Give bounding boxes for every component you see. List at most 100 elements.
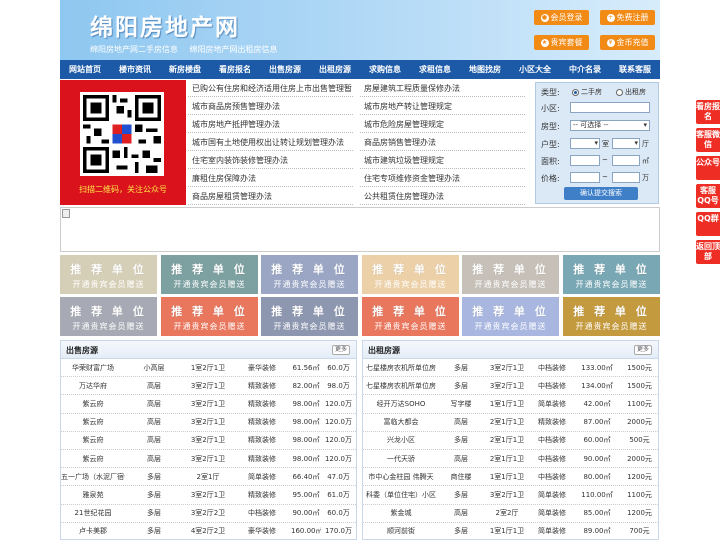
recommend-unit-ad[interactable]: 推 荐 单 位开通贵宾会员赠送 <box>462 297 559 336</box>
nav-for-sale[interactable]: 出售房源 <box>260 60 310 79</box>
recommend-unit-ad[interactable]: 推 荐 单 位开通贵宾会员赠送 <box>161 297 258 336</box>
table-row[interactable]: 华荣财富广场 小高层 1室2厅1卫 豪华装修 61.56㎡ 60.0万 <box>61 359 356 378</box>
nav-home[interactable]: 网站首页 <box>60 60 110 79</box>
recommend-unit-ad[interactable]: 推 荐 单 位开通贵宾会员赠送 <box>261 255 358 294</box>
policy-link[interactable]: 住宅专项维修资金管理办法 <box>360 170 525 187</box>
bedroom-select[interactable]: ▾ <box>570 138 600 149</box>
room-select[interactable]: -- 可选择 -- ▾ <box>570 120 650 131</box>
nav-viewing-signup[interactable]: 看房报名 <box>210 60 260 79</box>
table-row[interactable]: 紫云府 高层 3室2厅1卫 精致装修 98.00㎡ 120.0万 <box>61 414 356 432</box>
policy-link[interactable]: 城市国有土地使用权出让转让规划管理办法 <box>188 134 353 151</box>
community-input[interactable] <box>570 102 650 113</box>
type-radio-secondhand[interactable]: 二手房 <box>572 87 602 97</box>
nav-wanted-buy[interactable]: 求购信息 <box>360 60 410 79</box>
policy-link[interactable]: 城市商品房预售管理办法 <box>188 98 353 115</box>
table-cell: 万达华府 <box>79 381 107 390</box>
table-cell: 豪华装修 <box>248 527 276 536</box>
ad-title: 推 荐 单 位 <box>472 263 549 276</box>
policy-link[interactable]: 房屋建筑工程质量保修办法 <box>360 80 525 97</box>
member-login-button[interactable]: ● 会员登录 <box>534 10 589 25</box>
float-back-to-top-button[interactable]: 返回顶部 <box>696 240 720 264</box>
policy-link[interactable]: 商品房屋租赁管理办法 <box>188 188 353 205</box>
site-logo[interactable]: 绵阳房地产网 <box>90 8 240 42</box>
float-qq-group-button[interactable]: QQ群 <box>696 212 720 236</box>
rent-more-button[interactable]: 更多 <box>633 345 652 355</box>
recommend-unit-ad[interactable]: 推 荐 单 位开通贵宾会员赠送 <box>60 297 157 336</box>
table-cell: 多层 <box>147 490 161 499</box>
policy-link[interactable]: 城市房地产转让管理规定 <box>360 98 525 115</box>
table-cell: 2室1厅 <box>196 472 220 481</box>
policy-link[interactable]: 商品房销售管理办法 <box>360 134 525 151</box>
float-service-qq-button[interactable]: 客服QQ号 <box>696 184 720 208</box>
table-row[interactable]: 一代天骄 高层 2室1厅1卫 中档装修 90.00㎡ 2000元 <box>363 450 658 469</box>
table-row[interactable]: 七星楼房农机所单位房 多层 3室2厅1卫 中档装修 134.00㎡ 1500元 <box>363 377 658 396</box>
table-row[interactable]: 21世纪花园 多层 3室2厅2卫 中档装修 90.00㎡ 60.0万 <box>61 505 356 523</box>
table-row[interactable]: 七星楼房农机所单位房 多层 3室2厅1卫 中档装修 133.00㎡ 1500元 <box>363 359 658 378</box>
ad-subtitle: 开通贵宾会员赠送 <box>374 280 447 289</box>
nav-map-search[interactable]: 地图找房 <box>460 60 510 79</box>
table-row[interactable]: 五一广场（水泥厂宿舍 多层 2室1厅 简单装修 66.40㎡ 47.0万 <box>61 468 356 487</box>
table-row[interactable]: 卢卡美郡 多层 4室2厅2卫 豪华装修 160.00㎡ 170.0万 <box>61 523 356 539</box>
table-row[interactable]: 市中心金柱园 伟腾天 商住楼 1室1厅1卫 中档装修 80.00㎡ 1200元 <box>363 468 658 487</box>
recommend-unit-ad[interactable]: 推 荐 单 位开通贵宾会员赠送 <box>161 255 258 294</box>
recommend-unit-ad[interactable]: 推 荐 单 位开通贵宾会员赠送 <box>362 255 459 294</box>
type-radio-rental[interactable]: 出租房 <box>616 87 646 97</box>
table-row[interactable]: 经开万达SOHO 写字楼 1室1厅1卫 简单装修 42.00㎡ 1100元 <box>363 395 658 414</box>
table-row[interactable]: 雅泉苑 多层 3室2厅1卫 精致装修 95.00㎡ 61.0万 <box>61 486 356 505</box>
recommend-unit-ad[interactable]: 推 荐 单 位开通贵宾会员赠送 <box>563 255 660 294</box>
nav-wanted-rent[interactable]: 求租信息 <box>410 60 460 79</box>
float-service-wechat-button[interactable]: 客服微信 <box>696 128 720 152</box>
table-row[interactable]: 科委（单位住宅）小区 多层 3室2厅1卫 简单装修 110.00㎡ 1100元 <box>363 486 658 505</box>
recommend-unit-ad[interactable]: 推 荐 单 位开通贵宾会员赠送 <box>261 297 358 336</box>
price-min-input[interactable] <box>570 172 600 183</box>
table-cell: 42.00㎡ <box>583 399 611 408</box>
rental-info-link[interactable]: 绵阳房地产网出租房信息 <box>190 45 278 54</box>
livingroom-select[interactable]: ▾ <box>612 138 640 149</box>
policy-link[interactable]: 公共租赁住房管理办法 <box>360 188 525 205</box>
policy-links: 已购公有住房和经济适用住房上市出售管理暂 城市商品房预售管理办法 城市房地产抵押… <box>188 80 530 205</box>
nav-news[interactable]: 楼市资讯 <box>110 60 160 79</box>
area-max-input[interactable] <box>612 155 640 166</box>
policy-link[interactable]: 城市危险房屋管理规定 <box>360 116 525 133</box>
ad-title: 推 荐 单 位 <box>171 263 248 276</box>
banner-ad[interactable] <box>60 207 660 252</box>
table-row[interactable]: 紫云府 高层 3室2厅1卫 精致装修 98.00㎡ 120.0万 <box>61 432 356 450</box>
policy-link[interactable]: 廉租住房保障办法 <box>188 170 353 187</box>
nav-new-homes[interactable]: 新房楼盘 <box>160 60 210 79</box>
type-label: 类型: <box>541 88 560 97</box>
recommend-unit-ad[interactable]: 推 荐 单 位开通贵宾会员赠送 <box>462 255 559 294</box>
float-official-account-button[interactable]: 公众号 <box>696 156 720 180</box>
policy-link[interactable]: 城市建筑垃圾管理规定 <box>360 152 525 169</box>
search-submit-button[interactable]: 确认提交搜索 <box>564 187 638 200</box>
table-cell: 高层 <box>147 381 161 390</box>
table-row[interactable]: 紫金城 高层 2室2厅 简单装修 85.00㎡ 1200元 <box>363 505 658 523</box>
nav-contact[interactable]: 联系客服 <box>610 60 660 79</box>
free-register-button[interactable]: + 免费注册 <box>600 10 655 25</box>
table-row[interactable]: 万达华府 高层 3室2厅1卫 精致装修 82.00㎡ 98.0万 <box>61 377 356 396</box>
table-row[interactable]: 紫云府 高层 3室2厅1卫 精致装修 98.00㎡ 120.0万 <box>61 450 356 469</box>
table-cell: 89.00㎡ <box>583 527 611 536</box>
table-row[interactable]: 紫云府 高层 3室2厅1卫 精致装修 98.00㎡ 120.0万 <box>61 395 356 414</box>
nav-agencies[interactable]: 中介名录 <box>560 60 610 79</box>
nav-communities[interactable]: 小区大全 <box>510 60 560 79</box>
table-cell: 160.00㎡ <box>291 527 321 536</box>
nav-for-rent[interactable]: 出租房源 <box>310 60 360 79</box>
coin-recharge-button[interactable]: ¥ 金币充值 <box>600 35 655 50</box>
area-min-input[interactable] <box>570 155 600 166</box>
price-label: 价格: <box>541 174 560 183</box>
table-row[interactable]: 富临大都会 高层 2室1厅1卫 精致装修 87.00㎡ 2000元 <box>363 414 658 432</box>
recommend-unit-ad[interactable]: 推 荐 单 位开通贵宾会员赠送 <box>362 297 459 336</box>
secondhand-info-link[interactable]: 绵阳房地产网二手房信息 <box>90 45 178 54</box>
vip-package-button[interactable]: ★ 贵宾套餐 <box>534 35 589 50</box>
float-viewing-signup-button[interactable]: 看房报名 <box>696 100 720 124</box>
price-unit: 万 <box>642 174 649 182</box>
recommend-unit-ad[interactable]: 推 荐 单 位开通贵宾会员赠送 <box>60 255 157 294</box>
price-max-input[interactable] <box>612 172 640 183</box>
policy-link[interactable]: 城市房地产抵押管理办法 <box>188 116 353 133</box>
recommend-unit-ad[interactable]: 推 荐 单 位开通贵宾会员赠送 <box>563 297 660 336</box>
sale-more-button[interactable]: 更多 <box>331 345 350 355</box>
table-row[interactable]: 兴龙小区 多层 2室1厅1卫 中档装修 60.00㎡ 500元 <box>363 432 658 450</box>
policy-link[interactable]: 住宅室内装饰装修管理办法 <box>188 152 353 169</box>
table-row[interactable]: 顺河前街 多层 1室1厅1卫 简单装修 89.00㎡ 700元 <box>363 523 658 539</box>
policy-link[interactable]: 已购公有住房和经济适用住房上市出售管理暂 <box>188 80 353 97</box>
